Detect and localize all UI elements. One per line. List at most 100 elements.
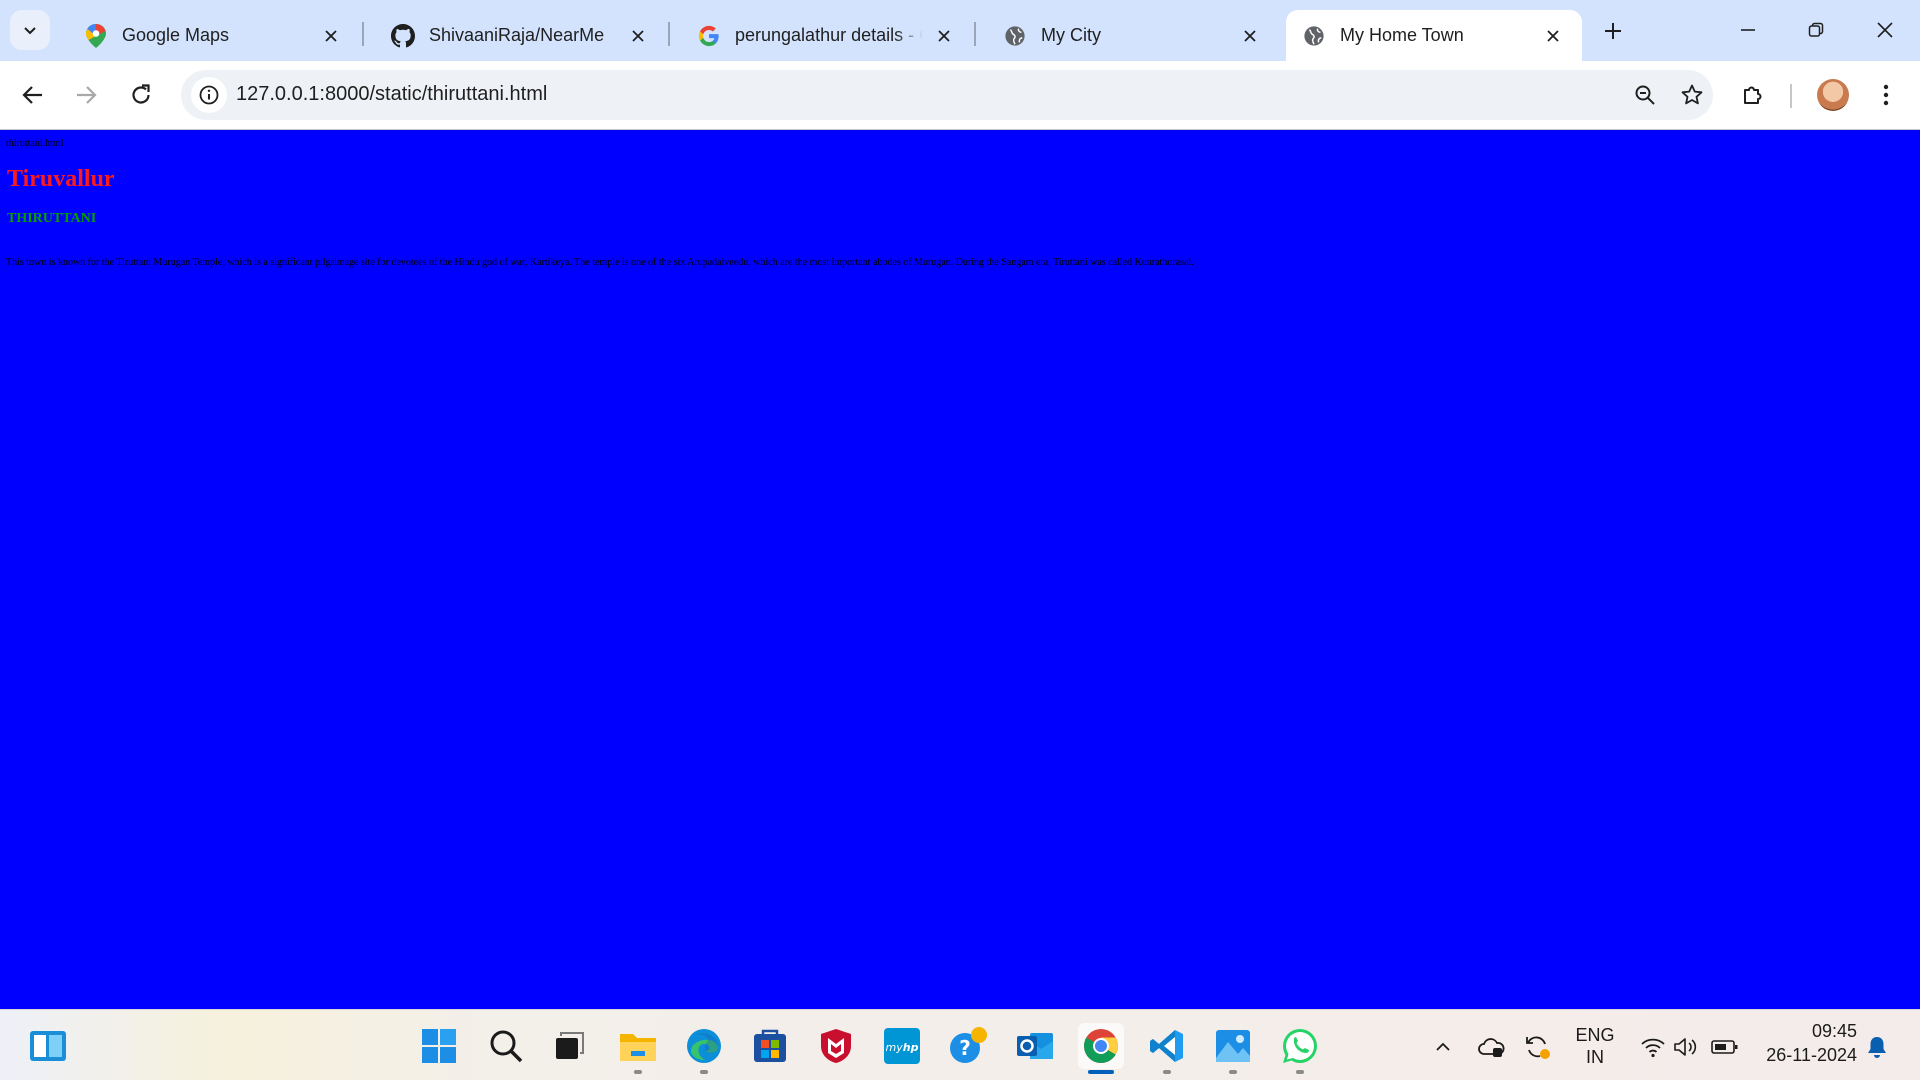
- tab-title: My Home Town: [1340, 25, 1464, 45]
- tab-separator: [362, 22, 364, 46]
- chrome-button[interactable]: [1078, 1023, 1124, 1074]
- sync-icon[interactable]: [1522, 1032, 1552, 1062]
- reload-icon: [132, 84, 150, 104]
- github-icon: [391, 23, 415, 48]
- tab-google-maps[interactable]: Google Maps: [68, 10, 360, 61]
- restore-icon: [1808, 22, 1824, 37]
- edge-icon: [687, 1029, 721, 1063]
- google-g-icon: [697, 24, 721, 48]
- running-indicator: [1229, 1070, 1237, 1074]
- close-icon[interactable]: [1237, 23, 1263, 49]
- widgets-button[interactable]: [25, 1023, 71, 1069]
- tab-search-button[interactable]: [10, 10, 50, 50]
- close-icon[interactable]: [931, 23, 957, 49]
- show-hidden-icons-button[interactable]: [1428, 1032, 1458, 1062]
- plus-icon: [1605, 23, 1621, 39]
- volume-icon[interactable]: [1671, 1032, 1701, 1062]
- zoom-icon[interactable]: [1629, 79, 1661, 111]
- new-tab-button[interactable]: [1596, 14, 1630, 48]
- extensions-button[interactable]: [1733, 75, 1773, 115]
- mcafee-button[interactable]: [813, 1023, 859, 1069]
- puzzle-icon: [1744, 86, 1762, 104]
- file-explorer-button[interactable]: [615, 1023, 661, 1074]
- profile-avatar[interactable]: [1817, 79, 1849, 111]
- running-indicator: [1088, 1070, 1114, 1074]
- menu-button[interactable]: [1866, 75, 1906, 115]
- vscode-icon: [1150, 1030, 1183, 1062]
- vscode-button[interactable]: [1144, 1023, 1190, 1074]
- notification-bell-icon[interactable]: [1862, 1032, 1892, 1062]
- toolbar-separator: [1790, 84, 1792, 108]
- language-indicator[interactable]: ENG IN: [1570, 1024, 1620, 1068]
- minimize-button[interactable]: [1725, 10, 1771, 50]
- tab-google-search[interactable]: perungalathur details - G: [681, 10, 973, 61]
- chrome-icon: [1084, 1029, 1118, 1063]
- chevron-down-icon: [24, 27, 36, 35]
- get-help-icon: ?: [950, 1027, 987, 1063]
- tab-my-city[interactable]: My City: [987, 10, 1279, 61]
- tab-separator: [668, 22, 670, 46]
- browser-toolbar: 127.0.0.1:8000/static/thiruttani.html: [0, 61, 1920, 130]
- restore-button[interactable]: [1793, 10, 1839, 50]
- edge-button[interactable]: [681, 1023, 727, 1074]
- arrow-left-icon: [22, 86, 42, 104]
- search-button[interactable]: [483, 1023, 529, 1069]
- running-indicator: [1296, 1070, 1304, 1074]
- windows-start-icon: [422, 1029, 456, 1063]
- site-info-icon[interactable]: [191, 77, 227, 113]
- tab-github-nearme[interactable]: ShivaaniRaja/NearMe: [375, 10, 667, 61]
- reload-button[interactable]: [121, 75, 161, 115]
- get-help-button[interactable]: ?: [946, 1023, 992, 1069]
- close-icon[interactable]: [625, 23, 651, 49]
- page-paragraph: This town is known for the Tiruttani Mur…: [6, 257, 1194, 268]
- url-text[interactable]: 127.0.0.1:8000/static/thiruttani.html: [236, 83, 547, 106]
- tab-separator: [974, 22, 976, 46]
- more-vertical-icon: [1883, 84, 1889, 106]
- task-view-icon: [556, 1032, 584, 1059]
- tab-title: ShivaaniRaja/NearMe: [429, 25, 605, 45]
- clock-time: 09:45: [1811, 1021, 1857, 1041]
- wifi-icon[interactable]: [1638, 1032, 1668, 1062]
- chevron-up-icon: [1436, 1042, 1450, 1051]
- running-indicator: [1163, 1070, 1171, 1074]
- language-code: ENG: [1575, 1025, 1615, 1045]
- photos-button[interactable]: [1210, 1023, 1256, 1074]
- search-icon: [490, 1030, 523, 1063]
- clock[interactable]: 09:45 26-11-2024: [1757, 1020, 1857, 1066]
- clock-date: 26-11-2024: [1766, 1045, 1857, 1065]
- outlook-icon: [1017, 1033, 1053, 1059]
- globe-icon: [1003, 24, 1027, 48]
- tab-title: perungalathur details - G: [735, 25, 923, 45]
- back-button[interactable]: [13, 75, 53, 115]
- language-region: IN: [1586, 1047, 1604, 1067]
- globe-icon: [1302, 24, 1326, 48]
- whatsapp-button[interactable]: [1277, 1023, 1323, 1074]
- windows-taskbar: myhp ? ENG IN 09:45 26-11-2024: [0, 1009, 1920, 1080]
- battery-icon[interactable]: [1710, 1032, 1740, 1062]
- browser-tab-strip: Google Maps ShivaaniRaja/NearMe perungal…: [0, 0, 1920, 61]
- start-button[interactable]: [416, 1023, 462, 1069]
- onedrive-icon[interactable]: [1476, 1032, 1506, 1062]
- file-name-text: thiruttani.html: [6, 138, 64, 149]
- microsoft-store-button[interactable]: [747, 1023, 793, 1069]
- tab-title: My City: [1041, 25, 1101, 45]
- close-icon: [1877, 22, 1893, 38]
- arrow-right-icon: [77, 86, 97, 104]
- myhp-icon: myhp: [884, 1028, 920, 1064]
- address-bar[interactable]: 127.0.0.1:8000/static/thiruttani.html: [181, 70, 1713, 120]
- google-maps-pin-icon: [84, 23, 108, 48]
- svg-text:myhp: myhp: [886, 1041, 919, 1054]
- bookmark-star-icon[interactable]: [1676, 79, 1708, 111]
- close-icon[interactable]: [1540, 23, 1566, 49]
- file-explorer-icon: [620, 1034, 656, 1061]
- task-view-button[interactable]: [546, 1023, 592, 1069]
- tab-my-home-town[interactable]: My Home Town: [1286, 10, 1582, 61]
- forward-button[interactable]: [66, 75, 106, 115]
- web-page-content: thiruttani.html Tiruvallur THIRUTTANI Th…: [0, 130, 1920, 1009]
- close-icon[interactable]: [318, 23, 344, 49]
- myhp-button[interactable]: myhp: [879, 1023, 925, 1069]
- running-indicator: [700, 1070, 708, 1074]
- outlook-button[interactable]: [1012, 1023, 1058, 1069]
- minimize-icon: [1741, 29, 1755, 31]
- close-window-button[interactable]: [1862, 10, 1908, 50]
